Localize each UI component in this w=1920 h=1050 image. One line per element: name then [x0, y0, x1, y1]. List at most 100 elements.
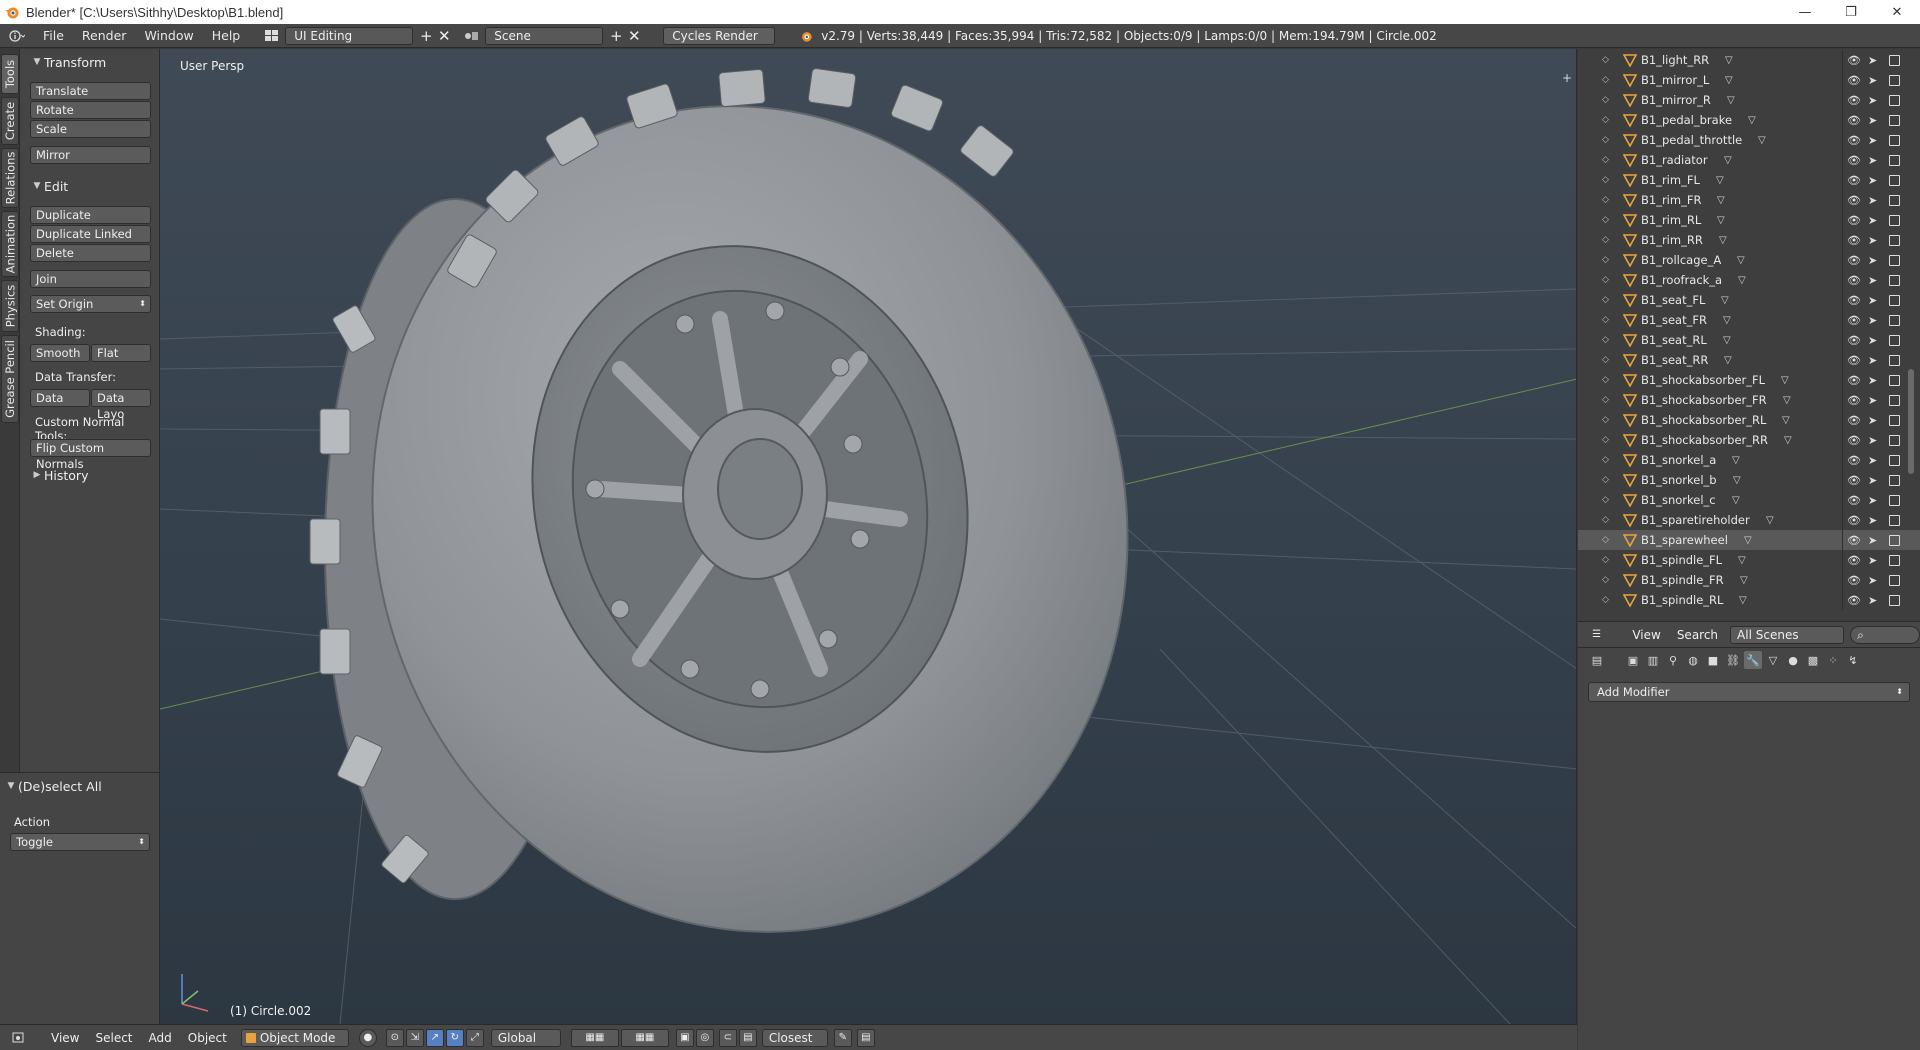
outliner-menu-search[interactable]: Search [1669, 626, 1726, 644]
visibility-eye-icon[interactable]: 👁 [1847, 274, 1861, 287]
flip-custom-normals-button[interactable]: Flip Custom Normals [30, 439, 151, 471]
expand-toggle-icon[interactable]: ◇ [1602, 75, 1609, 85]
rotate-manipulator-icon[interactable]: ↻ [445, 1028, 464, 1047]
outliner-row[interactable]: ◇ B1_sparetireholder 👁 ➤ ▽ [1578, 510, 1920, 530]
editor-type-info-icon[interactable] [0, 26, 34, 46]
outliner-row[interactable]: ◇ B1_snorkel_c 👁 ➤ ▽ [1578, 490, 1920, 510]
screen-layout-icon[interactable] [263, 27, 281, 45]
texture-tab-icon[interactable]: ▩ [1804, 651, 1822, 669]
outliner-row[interactable]: ◇ B1_pedal_brake 👁 ➤ ▽ [1578, 110, 1920, 130]
object-tab-icon[interactable]: ■ [1704, 651, 1722, 669]
scale-button[interactable]: Scale [30, 120, 151, 138]
outliner-row[interactable]: ◇ B1_shockabsorber_FL 👁 ➤ ▽ [1578, 370, 1920, 390]
render-visibility-icon[interactable] [1889, 354, 1900, 366]
render-visibility-icon[interactable] [1889, 494, 1900, 506]
outliner-row[interactable]: ◇ B1_roofrack_a 👁 ➤ ▽ [1578, 270, 1920, 290]
data-transfer-button[interactable]: Data [30, 389, 90, 407]
render-visibility-icon[interactable] [1889, 474, 1900, 486]
visibility-eye-icon[interactable]: 👁 [1847, 394, 1861, 407]
edit-panel-header[interactable]: ▼ Edit [20, 175, 160, 197]
selectable-pointer-icon[interactable]: ➤ [1868, 154, 1877, 167]
selectable-pointer-icon[interactable]: ➤ [1868, 174, 1877, 187]
selectable-pointer-icon[interactable]: ➤ [1868, 354, 1877, 367]
tab-tools[interactable]: Tools [1, 54, 19, 94]
snap-target-dropdown[interactable]: Closest [761, 1028, 828, 1047]
selectable-pointer-icon[interactable]: ➤ [1868, 514, 1877, 527]
visibility-eye-icon[interactable]: 👁 [1847, 474, 1861, 487]
outliner-row[interactable]: ◇ B1_mirror_L 👁 ➤ ▽ [1578, 70, 1920, 90]
render-visibility-icon[interactable] [1889, 394, 1900, 406]
proportional-edit-icon[interactable]: ◎ [695, 1028, 714, 1047]
outliner-row[interactable]: ◇ B1_snorkel_b 👁 ➤ ▽ [1578, 470, 1920, 490]
outliner-menu-view[interactable]: View [1624, 626, 1668, 644]
action-dropdown[interactable]: Toggle ⬍ [10, 833, 150, 851]
tab-relations[interactable]: Relations [1, 148, 19, 208]
transform-panel-header[interactable]: ▼ Transform [20, 51, 160, 73]
tab-physics[interactable]: Physics [1, 280, 19, 332]
outliner-object-name[interactable]: B1_sparewheel [1641, 533, 1728, 547]
expand-toggle-icon[interactable]: ◇ [1602, 55, 1609, 65]
outliner-row[interactable]: ◇ B1_shockabsorber_RL 👁 ➤ ▽ [1578, 410, 1920, 430]
snap-element-icon[interactable]: ▤ [738, 1028, 757, 1047]
outliner-object-name[interactable]: B1_mirror_R [1641, 93, 1711, 107]
visibility-eye-icon[interactable]: 👁 [1847, 54, 1861, 67]
remove-scene-icon[interactable]: ✕ [625, 27, 643, 45]
outliner-row[interactable]: ◇ B1_shockabsorber_FR 👁 ➤ ▽ [1578, 390, 1920, 410]
render-animation-icon[interactable]: ▤ [856, 1028, 875, 1047]
visibility-eye-icon[interactable]: 👁 [1847, 494, 1861, 507]
render-visibility-icon[interactable] [1889, 554, 1900, 566]
render-layers-tab-icon[interactable]: ▥ [1644, 651, 1662, 669]
expand-toggle-icon[interactable]: ◇ [1602, 515, 1609, 525]
snap-toggle-icon[interactable]: ⊂ [718, 1028, 737, 1047]
selectable-pointer-icon[interactable]: ➤ [1868, 134, 1877, 147]
visibility-eye-icon[interactable]: 👁 [1847, 294, 1861, 307]
scene-icon[interactable] [463, 27, 481, 45]
outliner-object-name[interactable]: B1_snorkel_a [1641, 453, 1716, 467]
remove-screen-icon[interactable]: ✕ [435, 27, 453, 45]
outliner-row[interactable]: ◇ B1_rollcage_A 👁 ➤ ▽ [1578, 250, 1920, 270]
render-visibility-icon[interactable] [1889, 134, 1900, 146]
outliner-object-name[interactable]: B1_rim_RR [1641, 233, 1703, 247]
outliner-row[interactable]: ◇ B1_sparewheel 👁 ➤ ▽ [1578, 530, 1920, 550]
outliner-row[interactable]: ◇ B1_rim_FR 👁 ➤ ▽ [1578, 190, 1920, 210]
expand-toggle-icon[interactable]: ◇ [1602, 235, 1609, 245]
selectable-pointer-icon[interactable]: ➤ [1868, 234, 1877, 247]
render-visibility-icon[interactable] [1889, 514, 1900, 526]
render-visibility-icon[interactable] [1889, 574, 1900, 586]
outliner-object-name[interactable]: B1_shockabsorber_FR [1641, 393, 1767, 407]
render-visibility-icon[interactable] [1889, 594, 1900, 606]
selectable-pointer-icon[interactable]: ➤ [1868, 294, 1877, 307]
history-panel-header[interactable]: ▶ History [20, 464, 160, 486]
expand-sidebar-icon[interactable]: + [1562, 71, 1572, 85]
translate-button[interactable]: Translate [30, 82, 151, 100]
outliner-object-name[interactable]: B1_seat_FR [1641, 313, 1707, 327]
visibility-eye-icon[interactable]: 👁 [1847, 514, 1861, 527]
data-layout-button[interactable]: Data Layo [91, 389, 151, 421]
selectable-pointer-icon[interactable]: ➤ [1868, 454, 1877, 467]
editor-type-outliner-icon[interactable]: ☰ [1588, 626, 1605, 644]
visibility-eye-icon[interactable]: 👁 [1847, 134, 1861, 147]
editor-type-properties-icon[interactable]: ▤ [1588, 651, 1606, 669]
outliner-scrollbar[interactable] [1908, 369, 1914, 474]
visibility-eye-icon[interactable]: 👁 [1847, 334, 1861, 347]
add-modifier-dropdown[interactable]: Add Modifier ⬍ [1588, 682, 1910, 702]
mirror-button[interactable]: Mirror [30, 146, 151, 164]
selectable-pointer-icon[interactable]: ➤ [1868, 74, 1877, 87]
selectable-pointer-icon[interactable]: ➤ [1868, 274, 1877, 287]
physics-tab-icon[interactable]: ↯ [1844, 651, 1862, 669]
visibility-eye-icon[interactable]: 👁 [1847, 414, 1861, 427]
render-visibility-icon[interactable] [1889, 174, 1900, 186]
translate-manipulator-icon[interactable]: ↗ [425, 1028, 444, 1047]
outliner-row[interactable]: ◇ B1_spindle_RL 👁 ➤ ▽ [1578, 590, 1920, 610]
lock-camera-icon[interactable]: ▣ [675, 1028, 694, 1047]
selectable-pointer-icon[interactable]: ➤ [1868, 494, 1877, 507]
outliner-row[interactable]: ◇ B1_snorkel_a 👁 ➤ ▽ [1578, 450, 1920, 470]
visibility-eye-icon[interactable]: 👁 [1847, 254, 1861, 267]
visibility-eye-icon[interactable]: 👁 [1847, 554, 1861, 567]
visibility-eye-icon[interactable]: 👁 [1847, 374, 1861, 387]
outliner-object-name[interactable]: B1_pedal_throttle [1641, 133, 1742, 147]
outliner-row[interactable]: ◇ B1_light_RR 👁 ➤ ▽ [1578, 50, 1920, 70]
expand-toggle-icon[interactable]: ◇ [1602, 435, 1609, 445]
selectable-pointer-icon[interactable]: ➤ [1868, 54, 1877, 67]
outliner-object-name[interactable]: B1_seat_RR [1641, 353, 1708, 367]
